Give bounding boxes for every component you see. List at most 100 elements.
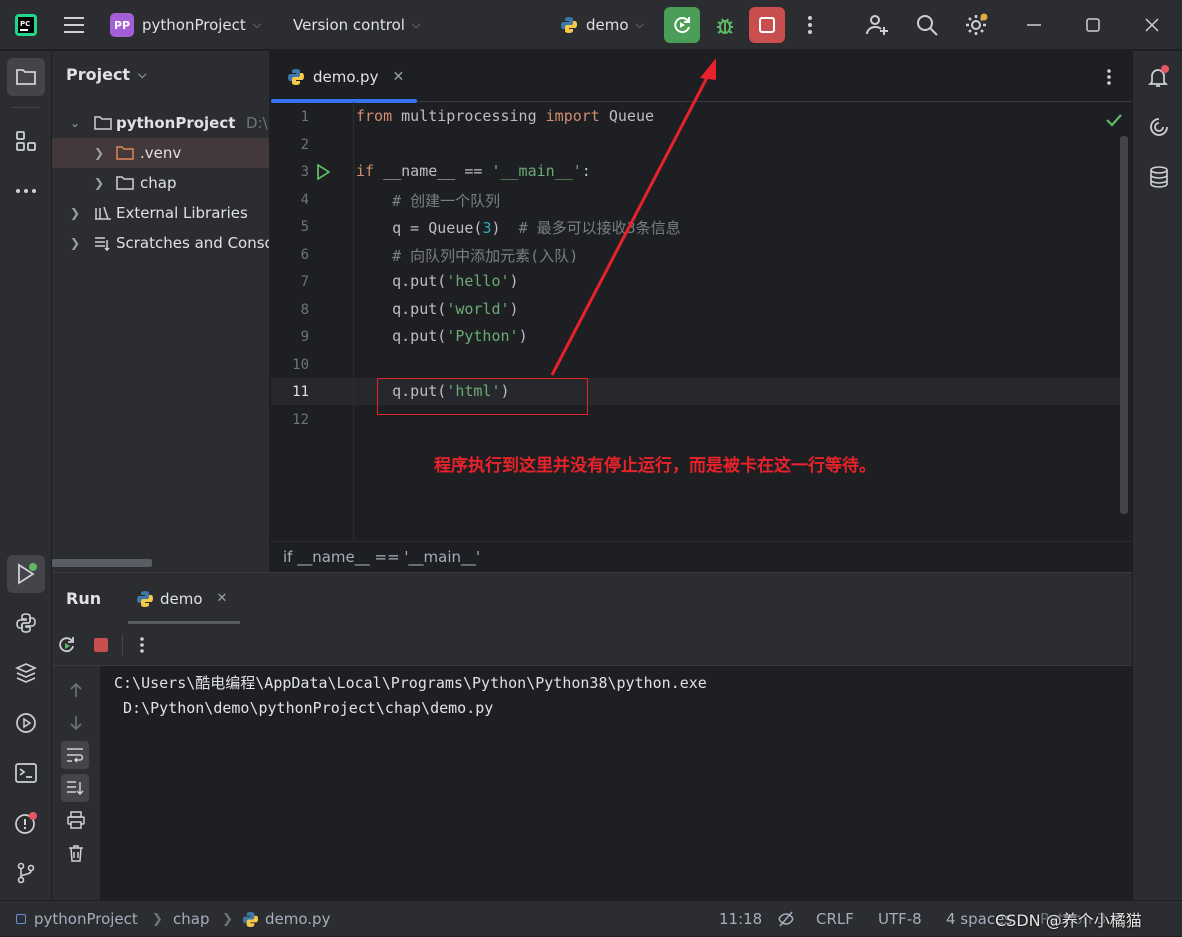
python-file-icon xyxy=(242,911,259,928)
trash-icon[interactable] xyxy=(64,841,88,865)
chevron-right-icon: ❯ xyxy=(94,146,105,160)
code-line-4[interactable]: # 创建一个队列 xyxy=(356,190,500,211)
project-panel: Project ⌵ ⌄ pythonProject D:\ ❯ .venv ❯ … xyxy=(52,51,270,572)
svg-text:PC: PC xyxy=(20,20,30,28)
more-tools-icon[interactable] xyxy=(12,177,40,205)
project-name: pythonProject xyxy=(142,16,246,34)
line-separator[interactable]: CRLF xyxy=(816,901,854,937)
python-packages-icon[interactable] xyxy=(12,659,40,687)
stop-button[interactable] xyxy=(749,7,785,43)
soft-wrap-icon[interactable] xyxy=(61,741,89,769)
services-icon[interactable] xyxy=(12,709,40,737)
line-number: 7 xyxy=(300,274,309,290)
version-control-label: Version control xyxy=(293,16,405,34)
title-bar: PC PP pythonProject ⌵ Version control ⌵ … xyxy=(0,0,1182,50)
line-number: 9 xyxy=(300,329,309,345)
line-number: 11 xyxy=(292,384,309,400)
chevron-down-icon: ⌵ xyxy=(138,67,147,81)
close-tab-icon[interactable]: ✕ xyxy=(217,591,228,606)
scroll-to-end-icon[interactable] xyxy=(61,774,89,802)
tab-options-icon[interactable] xyxy=(1099,65,1119,89)
run-gutter-icon[interactable] xyxy=(314,163,332,181)
read-only-toggle-icon[interactable] xyxy=(775,909,797,929)
code-line-8[interactable]: q.put('world') xyxy=(356,300,518,318)
status-crumb-file[interactable]: demo.py xyxy=(242,901,330,937)
line-number: 4 xyxy=(300,192,309,208)
pycharm-logo-icon[interactable]: PC xyxy=(14,13,38,37)
tree-label: .venv xyxy=(140,144,182,162)
project-panel-header[interactable]: Project ⌵ xyxy=(66,65,146,84)
project-switcher[interactable]: PP pythonProject ⌵ xyxy=(110,0,261,50)
git-branch-icon[interactable] xyxy=(12,859,40,887)
status-crumb-label: pythonProject xyxy=(34,910,138,928)
chevron-down-icon: ⌵ xyxy=(252,18,262,31)
annotation-arrow xyxy=(550,58,716,376)
tree-label: pythonProject xyxy=(116,114,236,132)
editor-breadcrumb[interactable]: if __name__ == '__main__' xyxy=(283,548,480,566)
horizontal-scrollbar[interactable] xyxy=(52,559,152,567)
minimize-icon[interactable] xyxy=(1022,13,1046,37)
tree-item-external-libraries[interactable]: ❯ External Libraries xyxy=(52,198,269,228)
line-number: 1 xyxy=(300,109,309,125)
run-tab-label: demo xyxy=(160,589,203,608)
run-tab-demo[interactable]: demo ✕ xyxy=(128,573,240,624)
rerun-button[interactable] xyxy=(664,7,700,43)
toolbar-divider xyxy=(122,634,123,656)
console-line: D:\Python\demo\pythonProject\chap\demo.p… xyxy=(114,699,494,717)
version-control-menu[interactable]: Version control ⌵ xyxy=(293,0,420,50)
python-console-icon[interactable] xyxy=(12,609,40,637)
status-crumb-label: demo.py xyxy=(265,910,331,928)
editor-breadcrumb-bar: if __name__ == '__main__' xyxy=(271,541,1132,572)
close-window-icon[interactable] xyxy=(1140,13,1164,37)
file-encoding[interactable]: UTF-8 xyxy=(878,901,922,937)
tree-path-suffix: D:\ xyxy=(246,114,268,132)
database-icon[interactable] xyxy=(1145,163,1173,191)
editor-tab-label: demo.py xyxy=(313,67,379,86)
chevron-down-icon: ⌵ xyxy=(411,18,421,31)
maximize-icon[interactable] xyxy=(1081,13,1105,37)
problems-icon[interactable] xyxy=(12,809,40,837)
run-panel-header: Run demo ✕ xyxy=(52,573,1132,624)
ai-assistant-icon[interactable] xyxy=(1145,113,1173,141)
tree-item-scratches[interactable]: ❯ Scratches and Consoles xyxy=(52,228,269,258)
notifications-bell-icon[interactable] xyxy=(1145,63,1173,91)
cursor-position[interactable]: 11:18 xyxy=(719,901,762,937)
structure-icon[interactable] xyxy=(12,127,40,155)
editor-vertical-scrollbar[interactable] xyxy=(1120,136,1128,514)
print-icon[interactable] xyxy=(64,808,88,832)
chevron-right-icon: ❯ xyxy=(94,176,105,190)
stop-run-icon[interactable] xyxy=(90,634,112,656)
tree-item-root[interactable]: ⌄ pythonProject D:\ xyxy=(52,108,269,138)
run-config-selector[interactable]: demo ⌵ xyxy=(560,0,644,50)
code-line-9[interactable]: q.put('Python') xyxy=(356,327,527,345)
tree-label: External Libraries xyxy=(116,204,248,222)
terminal-icon[interactable] xyxy=(12,759,40,787)
status-crumb-project[interactable]: pythonProject xyxy=(16,901,138,937)
scroll-down-icon[interactable] xyxy=(64,711,88,735)
line-number: 2 xyxy=(300,137,309,153)
code-line-7[interactable]: q.put('hello') xyxy=(356,272,518,290)
status-crumb-folder[interactable]: chap xyxy=(173,901,209,937)
scroll-up-icon[interactable] xyxy=(64,678,88,702)
close-tab-icon[interactable]: ✕ xyxy=(392,69,404,85)
tree-item-chap[interactable]: ❯ chap xyxy=(52,168,269,198)
run-tool-icon[interactable] xyxy=(7,555,45,593)
main-menu-icon[interactable] xyxy=(62,13,86,37)
editor-tab-demo[interactable]: demo.py ✕ xyxy=(271,51,417,103)
more-actions-icon[interactable] xyxy=(800,13,820,37)
python-icon xyxy=(136,590,154,608)
line-number: 8 xyxy=(300,302,309,318)
project-folder-icon[interactable] xyxy=(7,58,45,96)
settings-gear-icon[interactable] xyxy=(963,12,989,38)
line-number: 12 xyxy=(292,412,309,428)
chevron-down-icon: ⌄ xyxy=(70,116,81,130)
library-icon xyxy=(94,205,112,221)
rerun-icon[interactable] xyxy=(56,634,78,656)
search-icon[interactable] xyxy=(914,12,940,38)
debug-button[interactable] xyxy=(707,7,743,43)
no-problems-check-icon[interactable] xyxy=(1104,110,1124,130)
add-user-icon[interactable] xyxy=(864,12,890,38)
more-options-icon[interactable] xyxy=(132,634,152,656)
tree-item-venv[interactable]: ❯ .venv xyxy=(52,138,269,168)
run-side-toolbar xyxy=(52,666,100,900)
